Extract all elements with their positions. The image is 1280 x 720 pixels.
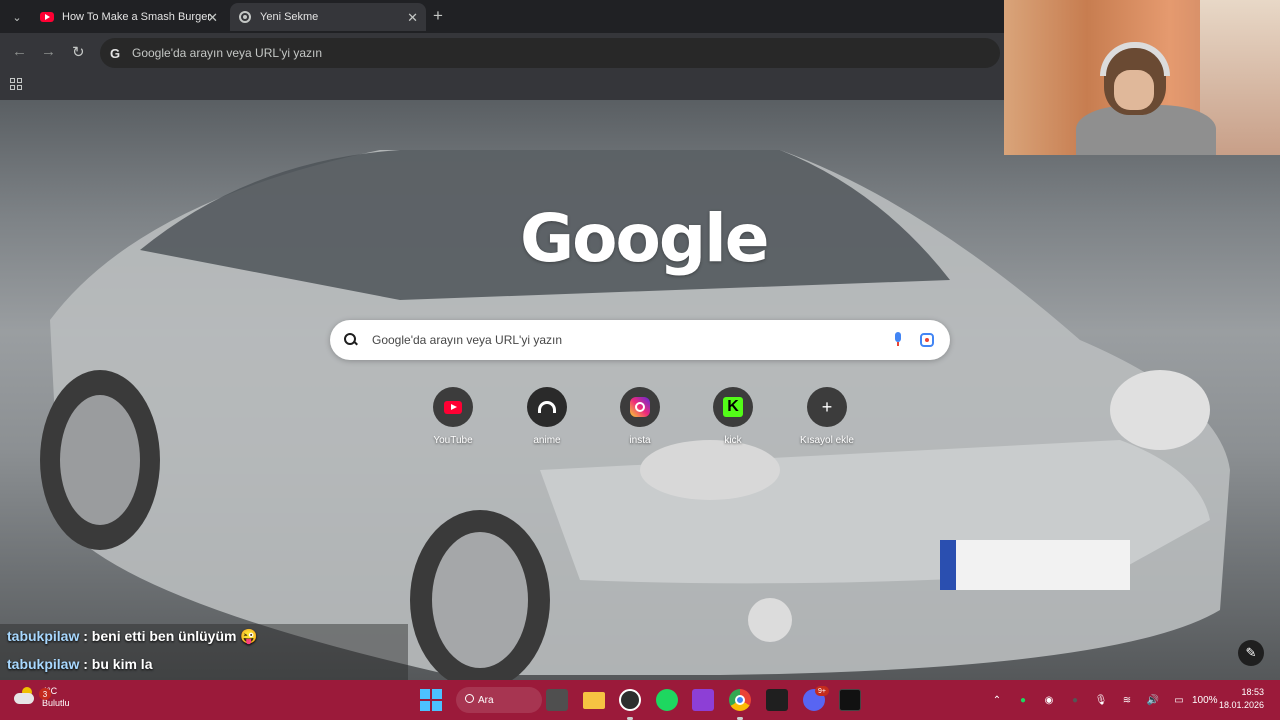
webcam-overlay (1004, 0, 1280, 155)
tab-title: Yeni Sekme (260, 11, 319, 23)
new-tab-button[interactable]: + (433, 6, 443, 26)
anime-icon (538, 401, 556, 413)
plus-icon: + (821, 396, 833, 417)
shortcut-label: Kısayol ekle (800, 435, 854, 446)
spotify-tray-icon[interactable]: ● (1016, 693, 1030, 707)
tab-new-tab[interactable]: Yeni Sekme ✕ (230, 3, 426, 31)
bookmarks-bar (0, 73, 1004, 100)
shortcut-add[interactable]: + Kısayol ekle (780, 387, 874, 446)
chat-message: tabukpilaw : bu kim la (7, 656, 152, 672)
terminal-icon[interactable] (839, 689, 861, 711)
shortcut-label: anime (533, 435, 561, 446)
headset-icon (1100, 42, 1170, 76)
forward-icon[interactable]: → (41, 43, 56, 60)
taskbar-search-button[interactable]: Ara (456, 687, 542, 713)
steam-icon[interactable]: ◉ (1042, 693, 1056, 707)
tab-search-button[interactable]: ⌄ (7, 7, 27, 27)
close-icon[interactable]: ✕ (207, 10, 218, 26)
apps-grid-icon[interactable] (10, 78, 22, 90)
shortcut-label: insta (629, 435, 651, 446)
reload-icon[interactable]: ↻ (72, 43, 85, 61)
windows-start-icon[interactable] (420, 689, 442, 711)
close-icon[interactable]: ✕ (407, 10, 418, 26)
google-g-icon: G (109, 45, 121, 61)
tab-title: How To Make a Smash Burger (62, 11, 211, 23)
spotify-icon[interactable] (656, 689, 678, 711)
new-tab-page: Google Google'da arayın veya URL'yi yazı… (0, 100, 1280, 680)
clock-date: 18.01.2026 (1218, 700, 1264, 710)
chat-text: : bu kim la (83, 656, 153, 672)
volume-icon[interactable]: 🔊 (1146, 693, 1160, 707)
clock[interactable]: 18:53 18.01.2026 (1219, 686, 1264, 712)
shortcut-youtube[interactable]: YouTube (406, 387, 500, 446)
chat-username: tabukpilaw (7, 628, 80, 644)
shortcut-label: YouTube (433, 435, 473, 446)
search-label: Ara (478, 694, 494, 706)
microphone-icon[interactable] (894, 332, 902, 346)
google-lens-icon[interactable] (920, 333, 934, 347)
obs-icon[interactable] (619, 689, 641, 711)
wifi-icon[interactable]: ≋ (1120, 693, 1134, 707)
google-logo: Google (520, 200, 770, 277)
system-tray: ⌃ ● ◉ ● 🎙 ≋ 🔊 ▭ 100% (984, 680, 1218, 720)
kick-icon: K (723, 397, 743, 417)
search-placeholder: Google'da arayın veya URL'yi yazın (372, 333, 563, 347)
file-explorer-icon[interactable] (583, 692, 605, 709)
chevron-down-icon: ⌄ (12, 11, 22, 24)
shortcut-label: kick (724, 435, 742, 446)
discord-badge: 9+ (815, 686, 829, 696)
weather-widget[interactable]: 3 4°C Bulutlu (12, 685, 70, 709)
task-view-icon[interactable] (546, 689, 568, 711)
video-editor-icon[interactable] (692, 689, 714, 711)
microphone-icon[interactable]: 🎙 (1094, 693, 1108, 707)
obs-tray-icon[interactable]: ● (1068, 693, 1082, 707)
chrome-icon[interactable] (729, 689, 751, 711)
battery-icon[interactable]: ▭ (1172, 693, 1186, 707)
youtube-icon (40, 10, 54, 24)
shortcut-kick[interactable]: K kick (686, 387, 780, 446)
search-icon (344, 333, 358, 347)
chevron-up-icon[interactable]: ⌃ (990, 693, 1004, 707)
clock-time: 18:53 (1241, 687, 1264, 697)
back-icon[interactable]: ← (12, 43, 27, 60)
tab-youtube[interactable]: How To Make a Smash Burger ✕ (32, 3, 226, 31)
search-box[interactable]: Google'da arayın veya URL'yi yazın (330, 320, 950, 360)
chat-username: tabukpilaw (7, 656, 80, 672)
shortcut-insta[interactable]: insta (593, 387, 687, 446)
stream-chat-overlay: tabukpilaw : beni etti ben ünlüyüm 😜 tab… (0, 624, 408, 680)
battery-percent: 100% (1192, 694, 1218, 706)
chrome-icon (238, 10, 252, 24)
address-bar[interactable]: G Google'da arayın veya URL'yi yazın (100, 38, 1000, 68)
aniwatch-icon[interactable] (766, 689, 788, 711)
cloudy-weather-icon (12, 685, 36, 709)
shortcut-anime[interactable]: anime (500, 387, 594, 446)
instagram-icon (630, 397, 650, 417)
chat-message: tabukpilaw : beni etti ben ünlüyüm 😜 (7, 628, 258, 645)
youtube-icon (444, 400, 462, 414)
weather-badge: 3 (39, 688, 51, 700)
shortcuts-grid: YouTube anime insta K kick + Kısayol ekl… (406, 387, 874, 457)
customize-pencil-icon[interactable]: ✎ (1238, 640, 1264, 666)
browser-toolbar: ← → ↻ G Google'da arayın veya URL'yi yaz… (0, 33, 1004, 73)
chat-text: : beni etti ben ünlüyüm 😜 (83, 628, 258, 644)
address-placeholder: Google'da arayın veya URL'yi yazın (132, 46, 323, 60)
